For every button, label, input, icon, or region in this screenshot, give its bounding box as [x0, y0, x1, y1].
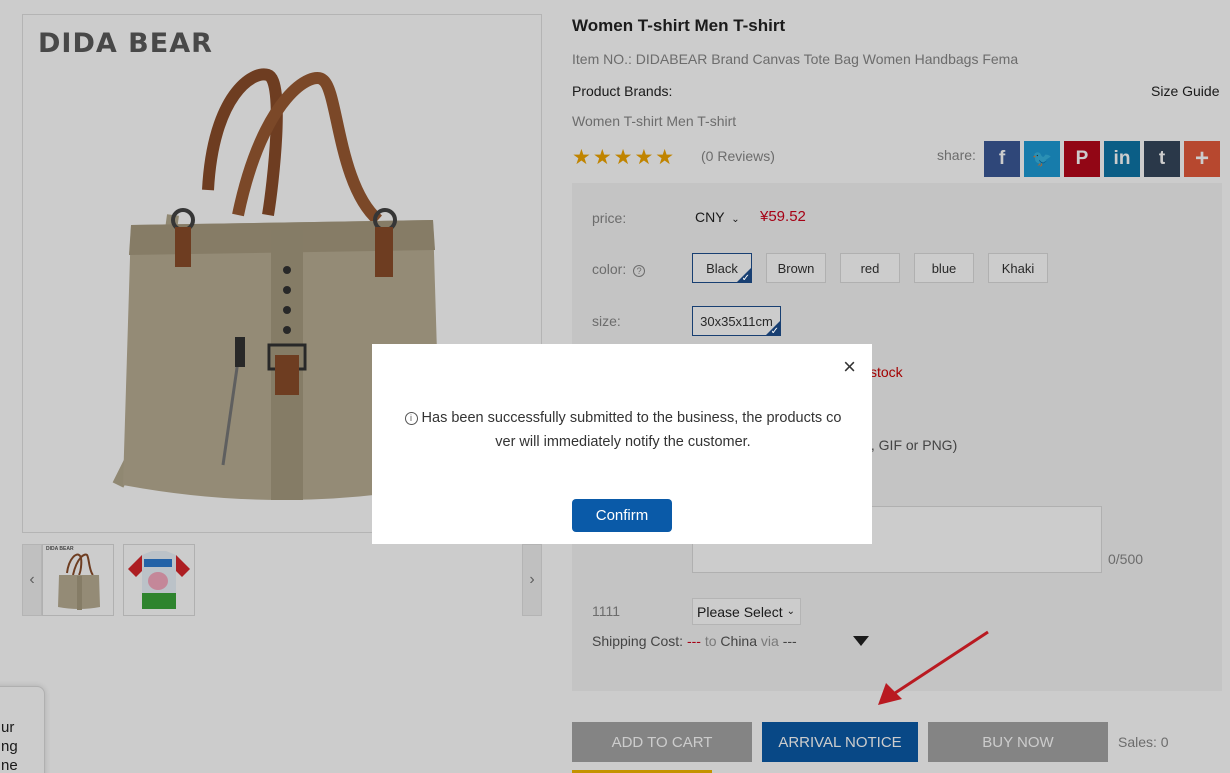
dialog-message: i Has been successfully submitted to the … [394, 406, 852, 454]
dialog-message-text: Has been successfully submitted to the b… [421, 410, 842, 450]
close-icon[interactable]: × [843, 354, 856, 380]
check-icon: ✓ [741, 273, 750, 284]
check-icon: ✓ [770, 326, 779, 337]
notice-dialog: × i Has been successfully submitted to th… [372, 344, 872, 544]
info-icon: i [404, 412, 418, 425]
confirm-button[interactable]: Confirm [572, 499, 672, 532]
